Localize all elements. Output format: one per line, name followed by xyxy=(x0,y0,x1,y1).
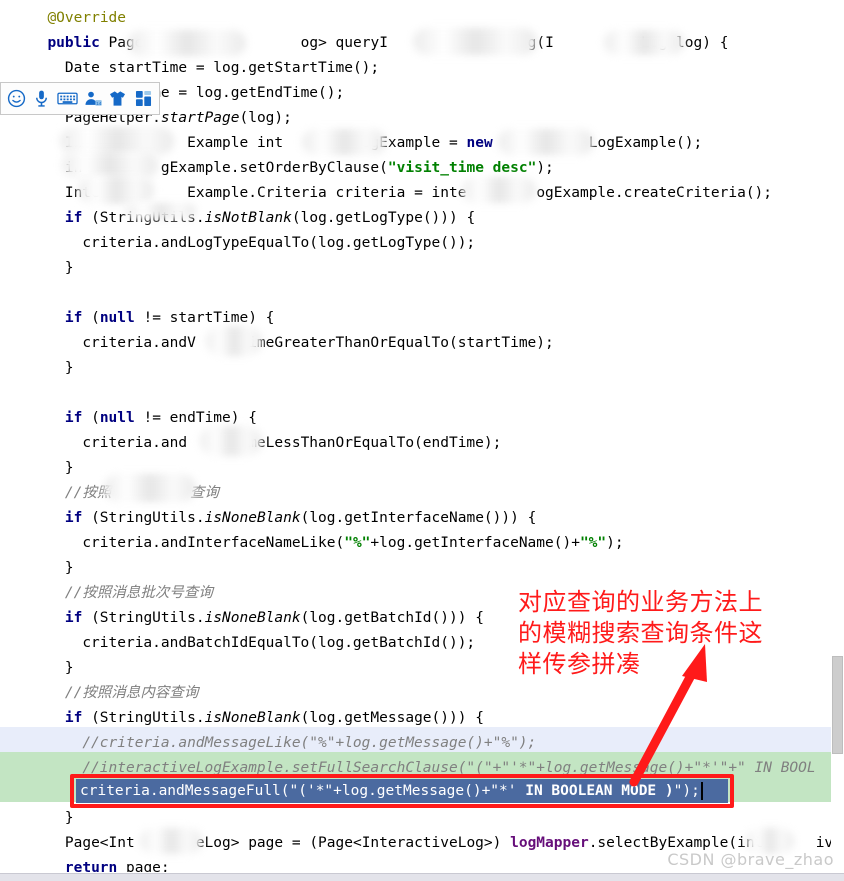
code-line[interactable]: } xyxy=(0,556,844,581)
keyboard-icon[interactable] xyxy=(56,88,78,110)
code-line[interactable] xyxy=(0,381,844,406)
red-annotation-note: 对应查询的业务方法上 的模糊搜索查询条件这 样传参拼凑 xyxy=(518,587,763,680)
redaction-block xyxy=(302,129,386,155)
redaction-block xyxy=(60,127,174,155)
redaction-block xyxy=(140,828,202,854)
redaction-block xyxy=(604,30,684,55)
microphone-icon[interactable] xyxy=(31,88,53,110)
code-line[interactable]: if (StringUtils.isNoneBlank(log.getMessa… xyxy=(0,706,844,731)
redaction-block xyxy=(126,203,196,219)
code-line[interactable]: } xyxy=(0,256,844,281)
code-line[interactable]: criteria.andLogTypeEqualTo(log.getLogTyp… xyxy=(0,231,844,256)
contacts-icon[interactable]: 14 xyxy=(82,88,104,110)
code-line[interactable]: @Override xyxy=(0,6,844,31)
code-line[interactable]: if (null != startTime) { xyxy=(0,306,844,331)
vertical-scrollbar-thumb[interactable] xyxy=(832,656,843,754)
redaction-block xyxy=(200,426,262,456)
code-line[interactable]: //interactiveLogExample.setFullSearchCla… xyxy=(0,756,844,781)
code-line[interactable] xyxy=(0,281,844,306)
redaction-block xyxy=(498,129,594,155)
csdn-watermark: CSDN @brave_zhao xyxy=(667,850,834,869)
skin-icon[interactable] xyxy=(107,88,129,110)
redaction-block xyxy=(62,152,158,178)
code-line[interactable]: criteria.andV imeGreaterThanOrEqualTo(st… xyxy=(0,331,844,356)
redaction-block xyxy=(78,176,154,204)
selected-code-line[interactable]: criteria.andMessageFull("('*"+log.getMes… xyxy=(76,779,728,803)
apps-grid-icon[interactable] xyxy=(132,88,154,110)
redaction-block xyxy=(128,30,246,56)
code-editor-surface[interactable]: @Overridepublic Page< og> queryI g(I Log… xyxy=(0,0,844,881)
code-line[interactable]: Date startTime = log.getStartTime(); xyxy=(0,56,844,81)
code-line[interactable]: criteria.andInterfaceNameLike("%"+log.ge… xyxy=(0,531,844,556)
horizontal-scrollbar-thumb[interactable] xyxy=(0,873,844,881)
svg-text:14: 14 xyxy=(96,101,102,107)
code-line[interactable]: criteria.and meLessThanOrEqualTo(endTime… xyxy=(0,431,844,456)
redaction-block xyxy=(462,177,536,203)
redaction-block xyxy=(413,28,537,55)
code-line[interactable]: } xyxy=(0,356,844,381)
ime-floating-toolbar[interactable]: 14 xyxy=(0,82,160,115)
redaction-block xyxy=(104,474,196,502)
redaction-block xyxy=(206,326,262,356)
code-line[interactable]: //criteria.andMessageLike("%"+log.getMes… xyxy=(0,731,844,756)
emoji-icon[interactable] xyxy=(6,88,28,110)
code-line[interactable]: } xyxy=(0,806,844,831)
code-line[interactable]: //按照消息内容查询 xyxy=(0,681,844,706)
code-line[interactable]: if (StringUtils.isNoneBlank(log.getInter… xyxy=(0,506,844,531)
code-line[interactable]: if (null != endTime) { xyxy=(0,406,844,431)
